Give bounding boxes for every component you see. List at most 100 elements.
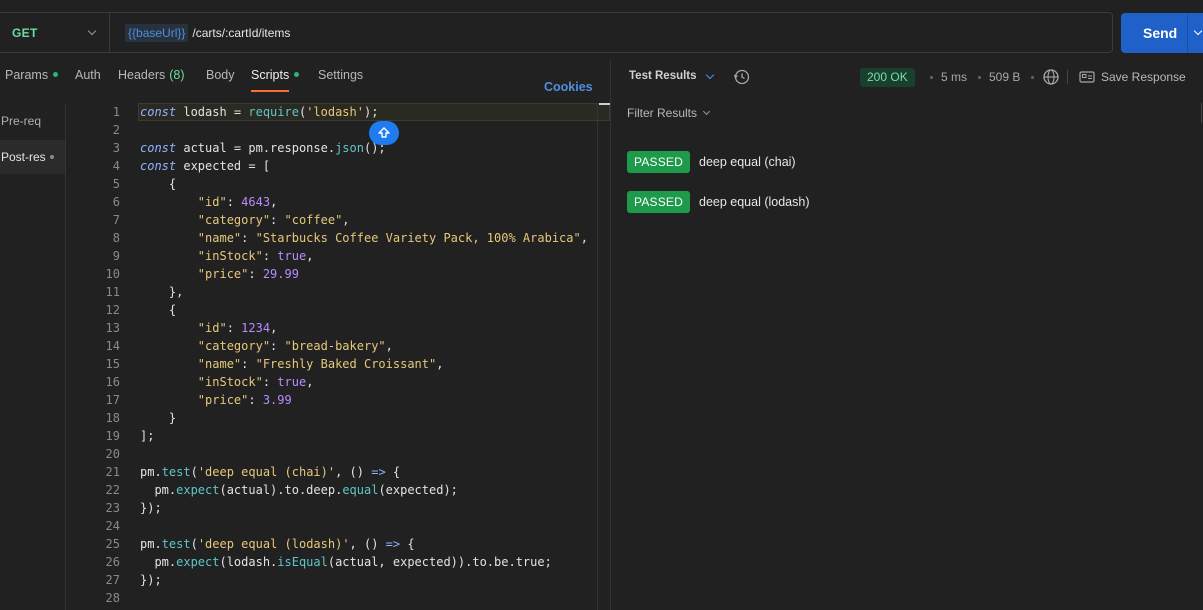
separator-dot (978, 76, 981, 79)
script-nav-pre-req[interactable]: Pre-req (0, 104, 65, 138)
send-options-chevron-icon[interactable] (1193, 26, 1203, 36)
code-line[interactable]: 12 { (66, 301, 610, 319)
code-token: , (270, 195, 278, 209)
code-line[interactable]: 3 const actual = pm.response.json(); (66, 139, 610, 157)
tab-params[interactable]: Params (5, 68, 59, 82)
chevron-down-icon[interactable] (705, 70, 715, 80)
tab-auth[interactable]: Auth (75, 68, 101, 82)
code-line[interactable]: 8 "name": "Starbucks Coffee Variety Pack… (66, 229, 610, 247)
code-token: , (306, 249, 314, 263)
code-line[interactable]: 18 } (66, 409, 610, 427)
line-number: 23 (105, 501, 120, 515)
code-text: "id": 1234, (140, 319, 278, 337)
code-token: true (277, 375, 307, 389)
line-number: 2 (112, 123, 120, 137)
code-line[interactable]: 25 pm.test('deep equal (lodash)', () => { (66, 535, 610, 553)
url-path: /carts/:cartId/items (192, 25, 291, 40)
code-editor[interactable]: 1 const lodash = require('lodash'); 2 3 cons… (66, 103, 610, 610)
test-result-row[interactable]: PASSED deep equal (chai) (627, 150, 796, 174)
tab-label: Body (206, 68, 235, 82)
code-line[interactable]: 2 (66, 121, 610, 139)
code-line[interactable]: 17 "price": 3.99 (66, 391, 610, 409)
code-line[interactable]: 26 pm.expect(lodash.isEqual(actual, expe… (66, 553, 610, 571)
cookies-link[interactable]: Cookies (544, 80, 593, 94)
tab-label: Settings (318, 68, 364, 82)
code-line[interactable]: 23}); (66, 499, 610, 517)
code-token: "inStock" (197, 375, 263, 389)
code-token: "id" (197, 195, 227, 209)
code-line[interactable]: 13 "id": 1234, (66, 319, 610, 337)
status-badge[interactable]: 200 OK (860, 68, 915, 87)
code-text: { (140, 301, 176, 319)
test-results-dropdown[interactable]: Test Results (629, 70, 697, 82)
code-line[interactable]: 28 (66, 589, 610, 607)
code-line[interactable]: 21 pm.test('deep equal (chai)', () => { (66, 463, 610, 481)
code-line[interactable]: 14 "category": "bread-bakery", (66, 337, 610, 355)
code-line[interactable]: 22 pm.expect(actual).to.deep.equal(expec… (66, 481, 610, 499)
code-token: expected = [ (176, 159, 271, 173)
code-text: const actual = pm.response.json(); (140, 139, 386, 157)
code-line[interactable]: 15 "name": "Freshly Baked Croissant", (66, 355, 610, 373)
code-token: ( (190, 465, 198, 479)
line-number: 24 (105, 519, 120, 533)
code-line[interactable]: 10 "price": 29.99 (66, 265, 610, 283)
line-number: 4 (112, 159, 120, 173)
globe-icon[interactable] (1042, 68, 1060, 91)
tab-body[interactable]: Body (206, 68, 235, 82)
tab-scripts[interactable]: Scripts (251, 68, 300, 92)
code-line[interactable]: 27}); (66, 571, 610, 589)
url-variable[interactable]: {{baseUrl}} (125, 23, 189, 42)
code-token: 29.99 (262, 267, 299, 281)
filter-results-dropdown[interactable]: Filter Results (627, 106, 711, 120)
send-button[interactable]: Send (1121, 13, 1203, 53)
code-line[interactable]: 11 }, (66, 283, 610, 301)
code-line[interactable]: 24 (66, 517, 610, 535)
tab-settings[interactable]: Settings (318, 68, 363, 82)
code-line[interactable]: 19]; (66, 427, 610, 445)
code-token: pm. (140, 483, 177, 497)
code-token: lodash = (176, 105, 249, 119)
code-line[interactable]: 5 { (66, 175, 610, 193)
code-token: test (161, 465, 191, 479)
code-line[interactable]: 4 const expected = [ (66, 157, 610, 175)
test-name: deep equal (chai) (699, 155, 796, 169)
tab-headers[interactable]: Headers (8) (118, 68, 185, 82)
code-token: ]; (140, 429, 155, 443)
line-number: 17 (105, 393, 120, 407)
code-token: (lodash. (219, 555, 278, 569)
line-number: 1 (112, 105, 120, 119)
code-token: => (371, 465, 386, 479)
code-token: pm. (140, 465, 162, 479)
code-line[interactable]: 1 const lodash = require('lodash'); (66, 103, 610, 121)
editor-scrollbar[interactable] (597, 103, 610, 610)
pane-divider[interactable] (610, 60, 611, 610)
code-line[interactable]: 6 "id": 4643, (66, 193, 610, 211)
scrollbar-thumb[interactable] (599, 103, 610, 105)
code-line[interactable]: 9 "inStock": true, (66, 247, 610, 265)
code-line[interactable]: 7 "category": "coffee", (66, 211, 610, 229)
code-token: pm. (140, 537, 162, 551)
line-number: 11 (105, 285, 120, 299)
script-nav-post-res[interactable]: Post-res (0, 140, 65, 174)
script-nav-label: Pre-req (1, 114, 42, 128)
response-time[interactable]: 5 ms (941, 70, 967, 84)
response-size[interactable]: 509 B (989, 70, 1020, 84)
code-token: { (400, 537, 415, 551)
code-token: "bread-bakery" (284, 339, 386, 353)
code-token: 3.99 (262, 393, 292, 407)
line-number: 19 (105, 429, 120, 443)
code-line[interactable]: 16 "inStock": true, (66, 373, 610, 391)
collapse-up-icon[interactable] (369, 121, 399, 145)
method-select[interactable]: GET (0, 13, 110, 52)
send-divider (1187, 13, 1188, 53)
save-response-button[interactable]: Save Response (1079, 70, 1186, 84)
test-result-row[interactable]: PASSED deep equal (lodash) (627, 190, 810, 214)
url-input[interactable]: {{baseUrl}} /carts/:cartId/items (110, 23, 291, 42)
history-icon[interactable] (733, 68, 751, 91)
code-line[interactable]: 20 (66, 445, 610, 463)
